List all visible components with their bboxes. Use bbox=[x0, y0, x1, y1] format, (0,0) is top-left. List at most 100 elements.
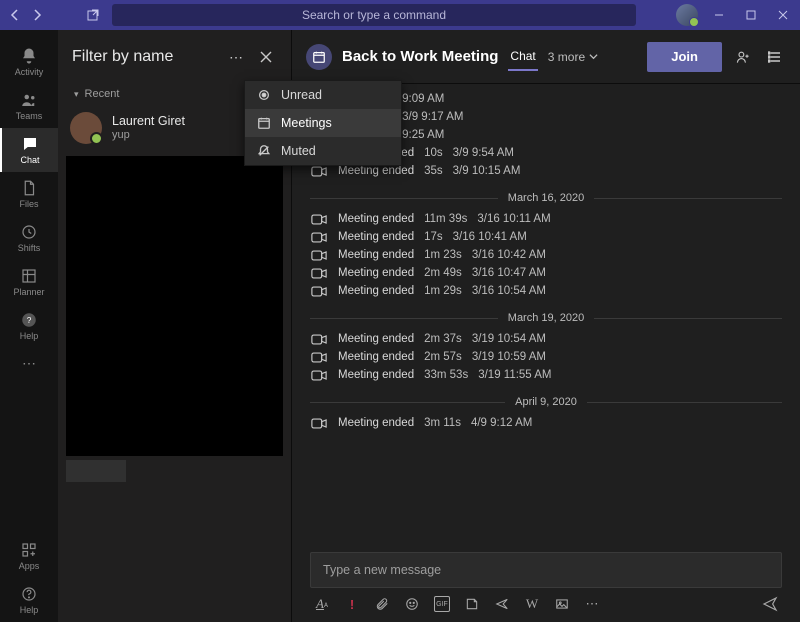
join-button[interactable]: Join bbox=[647, 42, 722, 72]
rail-label: Files bbox=[19, 199, 38, 209]
filter-title: Filter by name bbox=[72, 48, 217, 66]
redacted-area bbox=[66, 156, 283, 456]
meeting-timestamp: 3/19 11:55 AM bbox=[478, 369, 551, 381]
meeting-ended-row: Meeting ended 3m 11s 4/9 9:12 AM bbox=[292, 414, 800, 432]
tab-more[interactable]: 3 more bbox=[548, 50, 598, 64]
meeting-timestamp: 3/9 9:54 AM bbox=[453, 147, 514, 159]
app-rail: Activity Teams Chat Files Shifts Planner… bbox=[0, 30, 58, 622]
meeting-ended-label: Meeting ended bbox=[338, 249, 414, 261]
meeting-ended-label: Meeting ended bbox=[338, 285, 414, 297]
priority-icon[interactable]: ! bbox=[344, 596, 360, 612]
emoji-icon[interactable] bbox=[404, 596, 420, 612]
rail-label: Teams bbox=[16, 111, 43, 121]
rail-apps[interactable]: Apps bbox=[0, 534, 58, 578]
filter-menu-meetings[interactable]: Meetings bbox=[245, 109, 401, 137]
rail-help-bottom[interactable]: Help bbox=[0, 578, 58, 622]
filter-menu-label: Unread bbox=[281, 88, 322, 102]
list-view-button[interactable] bbox=[764, 46, 786, 68]
rail-planner[interactable]: Planner bbox=[0, 260, 58, 304]
compose-toolbar: Aᴀ ! GIF W ⋯ bbox=[310, 588, 782, 612]
nav-back-button[interactable] bbox=[6, 6, 24, 24]
meeting-ended-row: Meeting ended11m 39s3/16 10:11 AM bbox=[292, 210, 800, 228]
meeting-ended-row: Meeting ended17s3/16 10:41 AM bbox=[292, 228, 800, 246]
window-close-button[interactable] bbox=[772, 4, 794, 26]
filter-menu-label: Muted bbox=[281, 144, 316, 158]
window-maximize-button[interactable] bbox=[740, 4, 762, 26]
meeting-duration: 3m 11s bbox=[424, 417, 461, 429]
date-divider-label: March 16, 2020 bbox=[508, 192, 584, 204]
tab-chat[interactable]: Chat bbox=[508, 43, 537, 71]
meeting-timestamp: 3/19 10:54 AM bbox=[472, 333, 546, 345]
rail-activity[interactable]: Activity bbox=[0, 40, 58, 84]
window-minimize-button[interactable] bbox=[708, 4, 730, 26]
meeting-ended-row: Meeting ended2m 57s3/19 10:59 AM bbox=[292, 348, 800, 366]
filter-menu-label: Meetings bbox=[281, 116, 332, 130]
rail-files[interactable]: Files bbox=[0, 172, 58, 216]
rail-label: Apps bbox=[19, 561, 40, 571]
svg-text:?: ? bbox=[27, 316, 32, 325]
wiki-icon[interactable]: W bbox=[524, 596, 540, 612]
meeting-timestamp: 3/16 10:54 AM bbox=[472, 285, 546, 297]
rail-teams[interactable]: Teams bbox=[0, 84, 58, 128]
meeting-ended-label: Meeting ended bbox=[338, 333, 414, 345]
nav-forward-button[interactable] bbox=[28, 6, 46, 24]
filter-close-button[interactable] bbox=[255, 46, 277, 68]
search-bar[interactable]: Search or type a command bbox=[112, 4, 636, 26]
add-participant-button[interactable] bbox=[732, 46, 754, 68]
video-icon bbox=[310, 213, 328, 225]
current-user-avatar[interactable] bbox=[676, 4, 698, 26]
meeting-timestamp: 3/19 10:59 AM bbox=[472, 351, 546, 363]
more-tools-icon[interactable]: ⋯ bbox=[584, 596, 600, 612]
meeting-ended-row: Meeting ended2m 49s3/16 10:47 AM bbox=[292, 264, 800, 282]
meeting-ended-label: Meeting ended bbox=[338, 369, 414, 381]
rail-label: Chat bbox=[20, 155, 39, 165]
compose-input[interactable]: Type a new message bbox=[310, 552, 782, 588]
meeting-ended-label: Meeting ended bbox=[338, 417, 414, 429]
image-icon[interactable] bbox=[554, 596, 570, 612]
video-icon bbox=[310, 369, 328, 381]
meeting-duration: 17s bbox=[424, 231, 443, 243]
format-icon[interactable]: Aᴀ bbox=[314, 596, 330, 612]
date-divider-label: March 19, 2020 bbox=[508, 312, 584, 324]
rail-help[interactable]: ? Help bbox=[0, 304, 58, 348]
filter-menu-muted[interactable]: Muted bbox=[245, 137, 401, 165]
date-divider: March 19, 2020 bbox=[310, 312, 782, 324]
meeting-ended-label: Meeting ended bbox=[338, 231, 414, 243]
redacted-bar bbox=[66, 460, 126, 482]
video-icon bbox=[310, 165, 328, 177]
meeting-duration: 10s bbox=[424, 147, 443, 159]
rail-label: Help bbox=[20, 605, 39, 615]
tab-more-label: 3 more bbox=[548, 50, 585, 64]
contact-preview: yup bbox=[112, 129, 185, 142]
conversation-header: Back to Work Meeting Chat 3 more Join bbox=[292, 30, 800, 84]
date-divider: April 9, 2020 bbox=[310, 396, 782, 408]
send-button[interactable] bbox=[762, 596, 778, 612]
rail-shifts[interactable]: Shifts bbox=[0, 216, 58, 260]
sticker-icon[interactable] bbox=[464, 596, 480, 612]
video-icon bbox=[310, 285, 328, 297]
compose-placeholder: Type a new message bbox=[323, 563, 441, 577]
filter-more-button[interactable]: ⋯ bbox=[225, 46, 247, 68]
gif-icon[interactable]: GIF bbox=[434, 596, 450, 612]
meeting-ended-label: Meeting ended bbox=[338, 213, 414, 225]
filter-menu-unread[interactable]: Unread bbox=[245, 81, 401, 109]
meeting-duration: 35s bbox=[424, 165, 443, 177]
meeting-ended-label: Meeting ended bbox=[338, 267, 414, 279]
rail-label: Shifts bbox=[18, 243, 41, 253]
meeting-timestamp: 3/9 9:17 AM bbox=[402, 111, 463, 123]
meeting-icon bbox=[306, 44, 332, 70]
meet-now-icon[interactable] bbox=[494, 596, 510, 612]
rail-chat[interactable]: Chat bbox=[0, 128, 58, 172]
meeting-timestamp: 4/9 9:12 AM bbox=[471, 417, 532, 429]
meeting-ended-label: Meeting ended bbox=[338, 165, 414, 177]
new-window-icon[interactable] bbox=[84, 6, 102, 24]
video-icon bbox=[310, 333, 328, 345]
search-placeholder: Search or type a command bbox=[302, 8, 446, 22]
meeting-timestamp: 3/9 10:15 AM bbox=[453, 165, 521, 177]
attach-icon[interactable] bbox=[374, 596, 390, 612]
rail-more-button[interactable]: ⋯ bbox=[22, 348, 36, 378]
meeting-duration: 11m 39s bbox=[424, 213, 467, 225]
meeting-duration: 2m 37s bbox=[424, 333, 462, 345]
video-icon bbox=[310, 231, 328, 243]
rail-label: Planner bbox=[13, 287, 44, 297]
